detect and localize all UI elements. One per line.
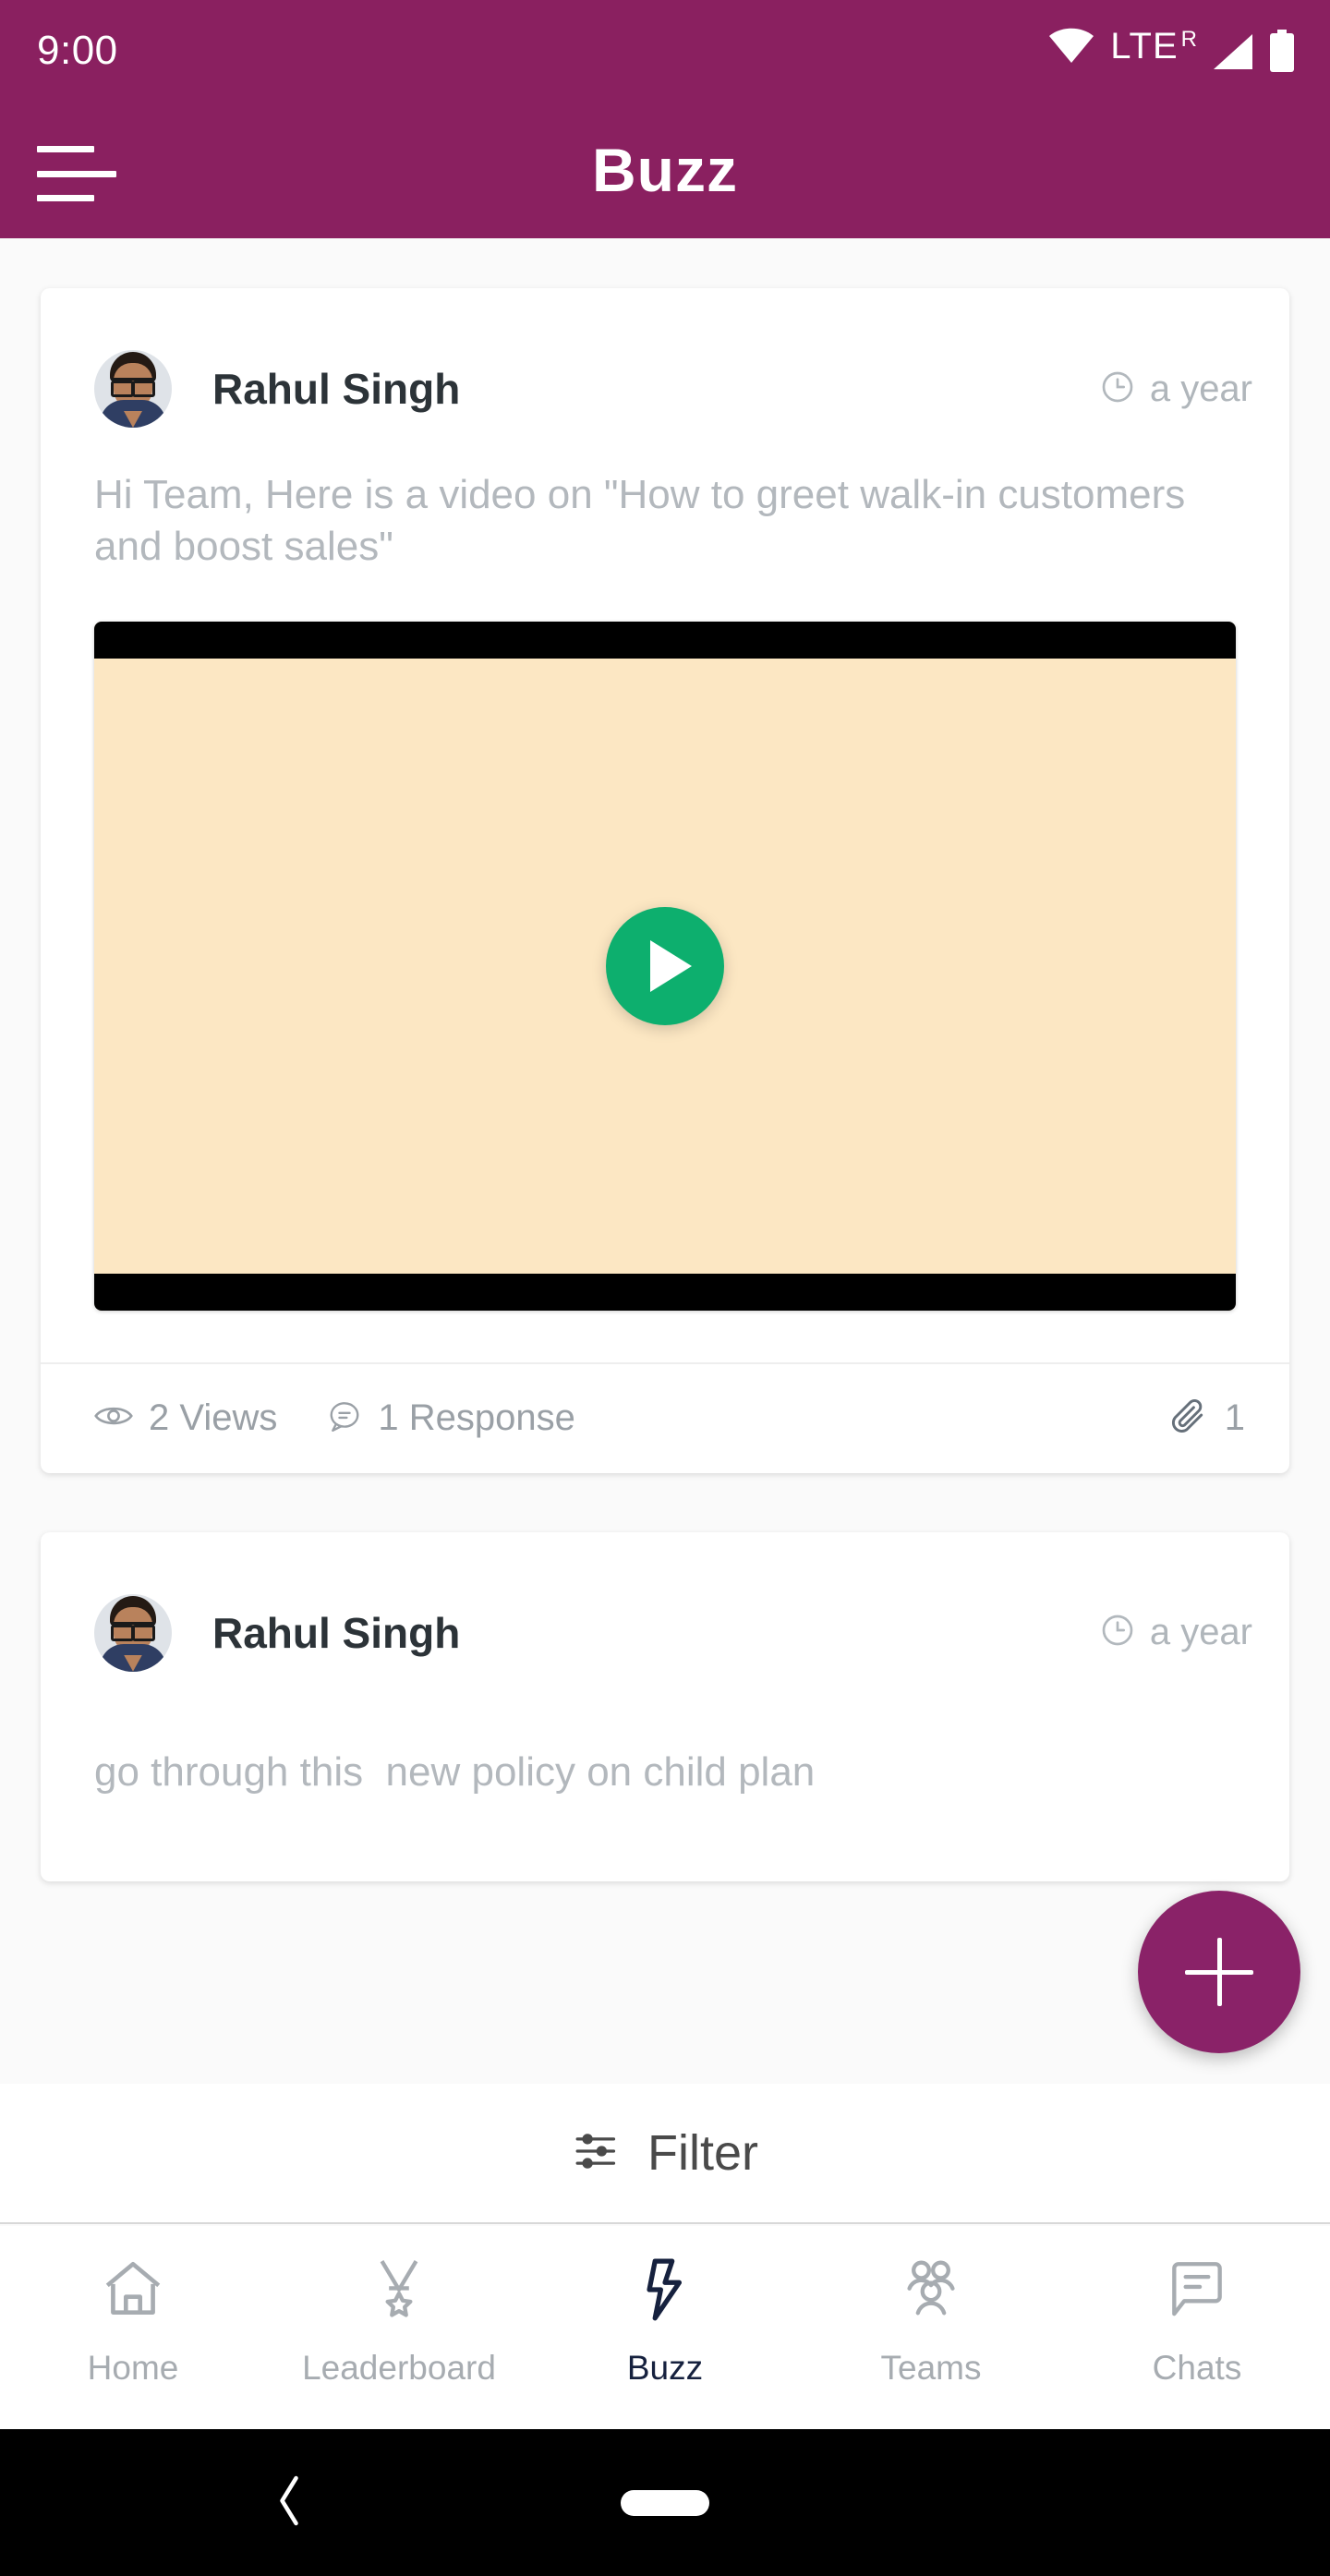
- nav-item-home[interactable]: Home: [0, 2226, 266, 2388]
- nav-item-buzz[interactable]: Buzz: [532, 2226, 798, 2388]
- clock-icon: [1099, 369, 1136, 410]
- video-thumbnail[interactable]: [94, 621, 1236, 1311]
- nav-item-chats[interactable]: Chats: [1064, 2226, 1330, 2388]
- roaming-indicator: R: [1180, 26, 1197, 52]
- people-group-icon: [897, 2256, 965, 2328]
- filter-sliders-icon: [572, 2129, 623, 2178]
- attachment-stat[interactable]: 1: [1167, 1396, 1245, 1441]
- post-text: Hi Team, Here is a video on "How to gree…: [94, 472, 1197, 570]
- clock-icon: [1099, 1612, 1136, 1653]
- post-stats: 2 Views 1 Response 1: [41, 1361, 1289, 1473]
- network-label: LTE: [1110, 25, 1179, 67]
- nav-label-chats: Chats: [1152, 2349, 1242, 2387]
- post-feed[interactable]: Rahul Singh a year Hi Team, Here is a vi…: [0, 238, 1330, 2084]
- signal-icon: [1213, 33, 1253, 75]
- android-system-nav: [0, 2429, 1330, 2576]
- timestamp-text: a year: [1149, 1612, 1252, 1653]
- post-card[interactable]: Rahul Singh a year Hi Team, Here is a vi…: [41, 288, 1289, 1473]
- post-text: go through this new policy on child plan: [94, 1748, 816, 1795]
- create-post-fab[interactable]: [1138, 1891, 1300, 2053]
- avatar: [94, 1593, 172, 1672]
- avatar-glasses: [111, 1621, 155, 1641]
- page-title: Buzz: [592, 136, 738, 204]
- nav-label-leaderboard: Leaderboard: [302, 2349, 496, 2387]
- home-icon: [99, 2256, 167, 2328]
- status-bar: 9:00 LTE R: [0, 0, 1330, 102]
- video-letterbox-bottom: [94, 1273, 1236, 1311]
- responses-label: 1 Response: [378, 1397, 575, 1439]
- home-pill-icon[interactable]: [621, 2489, 709, 2516]
- views-label: 2 Views: [149, 1397, 278, 1439]
- status-indicators: LTE R: [1048, 26, 1295, 77]
- eye-icon: [94, 1403, 133, 1433]
- video-letterbox-top: [94, 621, 1236, 659]
- post-body: Hi Team, Here is a video on "How to gree…: [41, 436, 1289, 574]
- post-timestamp: a year: [1099, 1612, 1252, 1653]
- network-type-indicator: LTE R: [1110, 26, 1197, 67]
- status-time: 9:00: [37, 28, 118, 73]
- paperclip-icon: [1167, 1396, 1208, 1441]
- lightning-bolt-icon: [631, 2256, 699, 2328]
- phone-screen: 9:00 LTE R Buzz Rahul Singh a year Hi Te…: [0, 0, 1330, 2576]
- post-card[interactable]: Rahul Singh a year go through this new p…: [41, 1531, 1289, 1881]
- avatar-glasses: [111, 378, 155, 397]
- nav-label-buzz: Buzz: [626, 2349, 704, 2387]
- nav-label-home: Home: [87, 2349, 179, 2387]
- post-timestamp: a year: [1099, 369, 1252, 410]
- post-body: go through this new policy on child plan: [41, 1680, 1289, 1881]
- wifi-icon: [1048, 26, 1094, 71]
- filter-button[interactable]: Filter: [0, 2084, 1330, 2224]
- responses-stat[interactable]: 1 Response: [327, 1397, 575, 1439]
- plus-icon: [1185, 1938, 1253, 2006]
- timestamp-text: a year: [1149, 368, 1252, 409]
- app-bar: Buzz: [0, 102, 1330, 238]
- post-author: Rahul Singh: [212, 1608, 461, 1657]
- medal-icon: [365, 2256, 433, 2328]
- back-chevron-icon[interactable]: [268, 2471, 310, 2534]
- battery-icon: [1269, 29, 1295, 77]
- filter-label: Filter: [647, 2125, 758, 2181]
- bottom-navigation: Home Leaderboard Buzz Teams Chats: [0, 2226, 1330, 2429]
- chat-bubble-icon: [1163, 2256, 1231, 2328]
- post-author: Rahul Singh: [212, 365, 461, 413]
- views-stat[interactable]: 2 Views: [94, 1397, 277, 1439]
- nav-label-teams: Teams: [880, 2349, 982, 2387]
- comment-bubble-icon: [327, 1398, 362, 1438]
- play-triangle: [649, 939, 692, 992]
- attachment-count: 1: [1224, 1397, 1245, 1439]
- play-icon[interactable]: [606, 906, 724, 1025]
- nav-item-leaderboard[interactable]: Leaderboard: [266, 2226, 532, 2388]
- post-header: Rahul Singh a year: [41, 288, 1289, 436]
- post-header: Rahul Singh a year: [41, 1532, 1289, 1680]
- nav-item-teams[interactable]: Teams: [798, 2226, 1064, 2388]
- avatar: [94, 350, 172, 428]
